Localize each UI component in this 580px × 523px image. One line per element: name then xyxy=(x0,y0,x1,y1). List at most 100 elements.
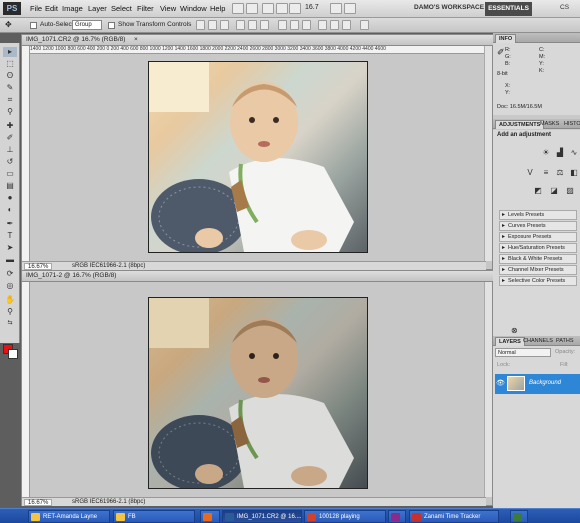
mini-bridge-icon[interactable] xyxy=(246,3,258,14)
align-hcenter-icon[interactable] xyxy=(248,20,257,30)
media-icon[interactable] xyxy=(388,510,406,523)
preset-levels[interactable]: Levels Presets xyxy=(499,210,577,220)
close-icon[interactable]: × xyxy=(134,36,138,43)
tab-info[interactable]: INFO xyxy=(495,34,517,43)
invert-icon[interactable]: ◩ xyxy=(533,186,543,196)
zoom-level[interactable]: 16.7 xyxy=(305,4,319,11)
arrange-documents-icon[interactable] xyxy=(330,3,342,14)
marquee-tool-icon[interactable]: ⬚ xyxy=(3,59,17,69)
distribute-left-icon[interactable] xyxy=(318,20,327,30)
menu-view[interactable]: View xyxy=(160,4,176,13)
task-ret-amanda-layne[interactable]: RET-Amanda Layne xyxy=(28,510,110,523)
align-left-icon[interactable] xyxy=(236,20,245,30)
cs-live-button[interactable]: CS xyxy=(560,4,569,11)
tab-paths[interactable]: PATHS xyxy=(553,337,577,346)
healing-brush-tool-icon[interactable]: ✚ xyxy=(3,121,17,131)
tab-histogram[interactable]: HISTO xyxy=(561,120,580,129)
lasso-tool-icon[interactable]: ʘ xyxy=(3,71,17,81)
preset-curves[interactable]: Curves Presets xyxy=(499,221,577,231)
brightness-contrast-icon[interactable]: ☀ xyxy=(541,148,551,158)
gradient-tool-icon[interactable]: ▤ xyxy=(3,181,17,191)
crop-tool-icon[interactable]: ⌗ xyxy=(3,95,17,105)
menu-help[interactable]: Help xyxy=(210,4,225,13)
eyedropper-tool-icon[interactable]: ⚲ xyxy=(3,107,17,117)
zoom-tool-icon[interactable]: ⚲ xyxy=(3,307,17,317)
align-vcenter-icon[interactable] xyxy=(208,20,217,30)
3d-orbit-tool-icon[interactable]: ◎ xyxy=(3,281,17,291)
task-fb[interactable]: FB xyxy=(113,510,195,523)
menu-image[interactable]: Image xyxy=(62,4,83,13)
preset-hue-saturation[interactable]: Hue/Saturation Presets xyxy=(499,243,577,253)
extras-icon[interactable] xyxy=(262,3,274,14)
auto-select-dropdown[interactable]: Group xyxy=(72,20,102,30)
show-transform-checkbox[interactable] xyxy=(108,22,115,29)
preset-black-white[interactable]: Black & White Presets xyxy=(499,254,577,264)
essentials-button[interactable]: ESSENTIALS xyxy=(485,2,532,16)
distribute-right-icon[interactable] xyxy=(342,20,351,30)
background-color-swatch[interactable] xyxy=(8,349,18,359)
menu-layer[interactable]: Layer xyxy=(88,4,107,13)
hand-tool-icon[interactable] xyxy=(289,3,301,14)
clip-layer-icon[interactable]: ⊗ xyxy=(511,326,518,335)
layer-name[interactable]: Background xyxy=(529,380,561,386)
document-tab-1[interactable]: IMG_1071.CR2 @ 16.7% (RGB/8) × xyxy=(22,35,494,46)
history-brush-tool-icon[interactable]: ↺ xyxy=(3,157,17,167)
distribute-vcenter-icon[interactable] xyxy=(290,20,299,30)
visibility-eye-icon[interactable]: 👁 xyxy=(496,379,505,387)
document-photo[interactable] xyxy=(148,61,368,253)
eraser-tool-icon[interactable]: ▭ xyxy=(3,169,17,179)
menu-edit[interactable]: Edit xyxy=(45,4,58,13)
vertical-scrollbar[interactable] xyxy=(484,46,492,261)
black-white-icon[interactable]: ◧ xyxy=(569,168,579,178)
align-bottom-icon[interactable] xyxy=(220,20,229,30)
distribute-bottom-icon[interactable] xyxy=(302,20,311,30)
selective-color-icon[interactable]: ▨ xyxy=(565,186,575,196)
task-photoshop[interactable]: IMG_1071.CR2 @ 16.... xyxy=(222,510,302,523)
blend-mode-dropdown[interactable]: Normal xyxy=(495,348,551,357)
layer-row-background[interactable]: 👁 Background xyxy=(495,374,580,394)
auto-align-icon[interactable] xyxy=(360,20,369,30)
type-tool-icon[interactable]: T xyxy=(3,231,17,241)
task-100128-playing[interactable]: 100128 playing xyxy=(304,510,386,523)
canvas-area[interactable] xyxy=(30,54,486,261)
move-tool-icon[interactable]: ▸ xyxy=(3,47,17,57)
menu-file[interactable]: File xyxy=(30,4,42,13)
levels-icon[interactable]: ▟ xyxy=(555,148,565,158)
vertical-scrollbar[interactable] xyxy=(484,282,492,497)
tab-masks[interactable]: MASKS xyxy=(537,120,562,129)
menu-filter[interactable]: Filter xyxy=(137,4,154,13)
menu-select[interactable]: Select xyxy=(111,4,132,13)
clone-stamp-tool-icon[interactable]: ⊥ xyxy=(3,145,17,155)
hand-tool-icon[interactable]: ✋ xyxy=(3,295,17,305)
align-right-icon[interactable] xyxy=(260,20,269,30)
tab-channels[interactable]: CHANNELS xyxy=(520,337,556,346)
task-zanami-time-tracker[interactable]: Zanami Time Tracker xyxy=(409,510,499,523)
curves-icon[interactable]: ∿ xyxy=(569,148,579,158)
preset-selective-color[interactable]: Selective Color Presets xyxy=(499,276,577,286)
distribute-hcenter-icon[interactable] xyxy=(330,20,339,30)
gradient-map-icon[interactable]: ◪ xyxy=(549,186,559,196)
preset-channel-mixer[interactable]: Channel Mixer Presets xyxy=(499,265,577,275)
zoom-field[interactable]: 16.67% xyxy=(24,263,53,270)
auto-select-checkbox[interactable] xyxy=(30,22,37,29)
shape-tool-icon[interactable]: ▬ xyxy=(3,255,17,265)
preset-exposure[interactable]: Exposure Presets xyxy=(499,232,577,242)
swap-colors-icon[interactable]: ⇆ xyxy=(3,318,17,328)
bridge-icon[interactable] xyxy=(232,3,244,14)
move-tool-icon[interactable]: ✥ xyxy=(5,20,12,29)
hue-saturation-icon[interactable]: ≡ xyxy=(541,168,551,178)
blur-tool-icon[interactable]: ● xyxy=(3,193,17,203)
pen-tool-icon[interactable]: ✒ xyxy=(3,219,17,229)
document-tab-2[interactable]: IMG_1071-2 @ 16.7% (RGB/8) xyxy=(22,271,494,282)
quick-select-tool-icon[interactable]: ✎ xyxy=(3,83,17,93)
brush-tool-icon[interactable]: ✐ xyxy=(3,133,17,143)
distribute-top-icon[interactable] xyxy=(278,20,287,30)
color-balance-icon[interactable]: ⚖ xyxy=(555,168,565,178)
3d-rotate-tool-icon[interactable]: ⟳ xyxy=(3,269,17,279)
align-top-icon[interactable] xyxy=(196,20,205,30)
document-photo[interactable] xyxy=(148,297,368,489)
screen-mode-icon[interactable] xyxy=(344,3,356,14)
vibrance-icon[interactable]: V xyxy=(525,168,535,178)
zoom-tool-icon[interactable] xyxy=(276,3,288,14)
path-select-tool-icon[interactable]: ➤ xyxy=(3,243,17,253)
